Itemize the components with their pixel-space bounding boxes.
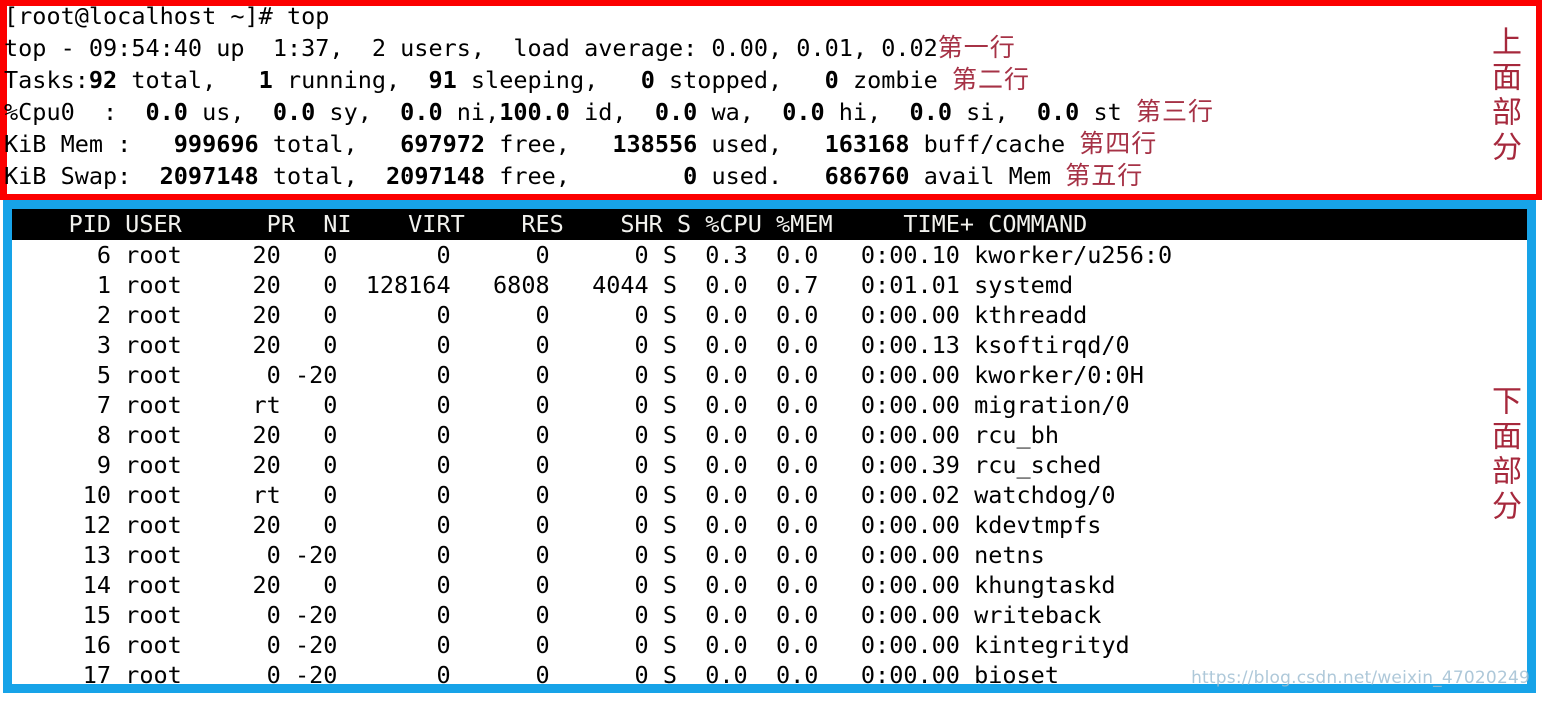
table-row-text: 8 root 20 0 0 0 0 S 0.0 0.0 0:00.00 rcu_…: [12, 421, 1059, 449]
mem-free-value: 697972: [400, 130, 486, 158]
swap-used-value: 0: [683, 162, 698, 190]
swap-total-word: total,: [258, 162, 387, 190]
table-row-text: 5 root 0 -20 0 0 0 S 0.0 0.0 0:00.00 kwo…: [12, 361, 1144, 389]
tasks-stopped-value: 0: [640, 66, 655, 94]
upper-summary-region: [root@localhost ~]# top top - 09:54:40 u…: [0, 0, 1542, 200]
tasks-zombie-word: zombie: [838, 66, 952, 94]
cpu-st-value: 0.0: [1036, 98, 1080, 126]
tasks-sleeping-value: 91: [428, 66, 457, 94]
process-table-header: PID USER PR NI VIRT RES SHR S %CPU %MEM …: [12, 209, 1527, 240]
tasks-prefix: Tasks:: [4, 66, 89, 94]
cpu-us-word: us,: [187, 98, 273, 126]
cpu-us-value: 0.0: [145, 98, 188, 126]
watermark-text: https://blog.csdn.net/weixin_47020249: [1191, 668, 1530, 688]
cpu-si-word: si,: [952, 98, 1037, 126]
table-row: 3 root 20 0 0 0 0 S 0.0 0.0 0:00.13 ksof…: [12, 330, 1527, 360]
annotation-line-3: 第三行: [1135, 97, 1214, 126]
summary-line-1: top - 09:54:40 up 1:37, 2 users, load av…: [4, 32, 1464, 64]
mem-free-word: free,: [485, 130, 613, 158]
cpu-id-word: id,: [569, 98, 655, 126]
tasks-zombie-value: 0: [824, 66, 839, 94]
cpu-st-word: st: [1079, 98, 1136, 126]
swap-used-word: used.: [697, 162, 825, 190]
mem-total-word: total,: [258, 130, 401, 158]
table-row-text: 10 root rt 0 0 0 0 S 0.0 0.0 0:00.02 wat…: [12, 481, 1116, 509]
cpu-sy-value: 0.0: [272, 98, 316, 126]
swap-prefix: KiB Swap:: [4, 162, 160, 190]
lower-process-region: PID USER PR NI VIRT RES SHR S %CPU %MEM …: [3, 200, 1536, 693]
table-row: 16 root 0 -20 0 0 0 S 0.0 0.0 0:00.00 ki…: [12, 630, 1527, 660]
table-row: 14 root 20 0 0 0 0 S 0.0 0.0 0:00.00 khu…: [12, 570, 1527, 600]
annotation-line-5: 第五行: [1065, 161, 1144, 190]
table-row: 6 root 20 0 0 0 0 S 0.3 0.0 0:00.10 kwor…: [12, 240, 1527, 270]
table-row-text: 2 root 20 0 0 0 0 S 0.0 0.0 0:00.00 kthr…: [12, 301, 1088, 329]
table-row-text: 16 root 0 -20 0 0 0 S 0.0 0.0 0:00.00 ki…: [12, 631, 1130, 659]
annotation-line-4: 第四行: [1079, 129, 1158, 158]
swap-avail-word: avail Mem: [909, 162, 1066, 190]
swap-free-word: free,: [485, 162, 684, 190]
process-table: PID USER PR NI VIRT RES SHR S %CPU %MEM …: [12, 209, 1527, 684]
cpu-ni-value: 0.0: [400, 98, 443, 126]
table-row: 13 root 0 -20 0 0 0 S 0.0 0.0 0:00.00 ne…: [12, 540, 1527, 570]
table-row: 1 root 20 0 128164 6808 4044 S 0.0 0.7 0…: [12, 270, 1527, 300]
annotation-lower-part: 下面部分: [1486, 385, 1521, 525]
mem-total-value: 999696: [173, 130, 259, 158]
table-row-text: 15 root 0 -20 0 0 0 S 0.0 0.0 0:00.00 wr…: [12, 601, 1102, 629]
table-row: 10 root rt 0 0 0 0 S 0.0 0.0 0:00.02 wat…: [12, 480, 1527, 510]
cpu-wa-word: wa,: [697, 98, 783, 126]
cpu-hi-value: 0.0: [782, 98, 825, 126]
process-table-header-text: PID USER PR NI VIRT RES SHR S %CPU %MEM …: [12, 210, 1088, 238]
swap-free-value: 2097148: [386, 162, 486, 190]
table-row: 7 root rt 0 0 0 0 S 0.0 0.0 0:00.00 migr…: [12, 390, 1527, 420]
table-row: 9 root 20 0 0 0 0 S 0.0 0.0 0:00.39 rcu_…: [12, 450, 1527, 480]
summary-line-5: KiB Swap: 2097148 total, 2097148 free, 0…: [4, 160, 1464, 192]
mem-used-word: used,: [697, 130, 825, 158]
table-row-text: 12 root 20 0 0 0 0 S 0.0 0.0 0:00.00 kde…: [12, 511, 1102, 539]
tasks-total-value: 92: [88, 66, 118, 94]
cpu-ni-word: ni,: [442, 98, 500, 126]
swap-total-value: 2097148: [159, 162, 259, 190]
cpu-si-value: 0.0: [909, 98, 952, 126]
mem-used-value: 138556: [612, 130, 698, 158]
cpu-prefix: %Cpu0 :: [4, 98, 146, 126]
table-row-text: 14 root 20 0 0 0 0 S 0.0 0.0 0:00.00 khu…: [12, 571, 1116, 599]
tasks-sleeping-word: sleeping,: [456, 66, 641, 94]
cpu-wa-value: 0.0: [654, 98, 698, 126]
cpu-id-value: 100.0: [499, 98, 570, 126]
mem-buffcache-value: 163168: [824, 130, 910, 158]
table-row: 2 root 20 0 0 0 0 S 0.0 0.0 0:00.00 kthr…: [12, 300, 1527, 330]
mem-buffcache-word: buff/cache: [909, 130, 1080, 158]
table-row: 12 root 20 0 0 0 0 S 0.0 0.0 0:00.00 kde…: [12, 510, 1527, 540]
summary-line-2: Tasks:92 total, 1 running, 91 sleeping, …: [4, 64, 1464, 96]
table-row: 8 root 20 0 0 0 0 S 0.0 0.0 0:00.00 rcu_…: [12, 420, 1527, 450]
table-row-text: 9 root 20 0 0 0 0 S 0.0 0.0 0:00.39 rcu_…: [12, 451, 1102, 479]
annotation-line-2: 第二行: [951, 65, 1030, 94]
top-summary-block: [root@localhost ~]# top top - 09:54:40 u…: [4, 0, 1464, 192]
tasks-running-value: 1: [258, 66, 273, 94]
table-row-text: 1 root 20 0 128164 6808 4044 S 0.0 0.7 0…: [12, 271, 1074, 299]
tasks-total-word: total,: [117, 66, 259, 94]
table-row-text: 7 root rt 0 0 0 0 S 0.0 0.0 0:00.00 migr…: [12, 391, 1130, 419]
summary-line-1-text: top - 09:54:40 up 1:37, 2 users, load av…: [4, 34, 938, 62]
swap-avail-value: 686760: [824, 162, 910, 190]
table-row-text: 17 root 0 -20 0 0 0 S 0.0 0.0 0:00.00 bi…: [12, 661, 1059, 684]
prompt-text: [root@localhost ~]# top: [4, 2, 330, 30]
table-row-text: 13 root 0 -20 0 0 0 S 0.0 0.0 0:00.00 ne…: [12, 541, 1045, 569]
table-row-text: 6 root 20 0 0 0 0 S 0.3 0.0 0:00.10 kwor…: [12, 241, 1173, 269]
cpu-hi-word: hi,: [824, 98, 910, 126]
mem-prefix: KiB Mem :: [4, 130, 174, 158]
table-row: 5 root 0 -20 0 0 0 S 0.0 0.0 0:00.00 kwo…: [12, 360, 1527, 390]
table-row: 15 root 0 -20 0 0 0 S 0.0 0.0 0:00.00 wr…: [12, 600, 1527, 630]
annotation-upper-part: 上面部分: [1486, 26, 1521, 166]
annotation-line-1: 第一行: [937, 33, 1016, 62]
tasks-running-word: running,: [272, 66, 429, 94]
shell-prompt-line: [root@localhost ~]# top: [4, 0, 1464, 32]
summary-line-4: KiB Mem : 999696 total, 697972 free, 138…: [4, 128, 1464, 160]
table-row-text: 3 root 20 0 0 0 0 S 0.0 0.0 0:00.13 ksof…: [12, 331, 1130, 359]
cpu-sy-word: sy,: [315, 98, 401, 126]
tasks-stopped-word: stopped,: [654, 66, 825, 94]
summary-line-3: %Cpu0 : 0.0 us, 0.0 sy, 0.0 ni,100.0 id,…: [4, 96, 1464, 128]
process-table-body: 6 root 20 0 0 0 0 S 0.3 0.0 0:00.10 kwor…: [12, 240, 1527, 684]
